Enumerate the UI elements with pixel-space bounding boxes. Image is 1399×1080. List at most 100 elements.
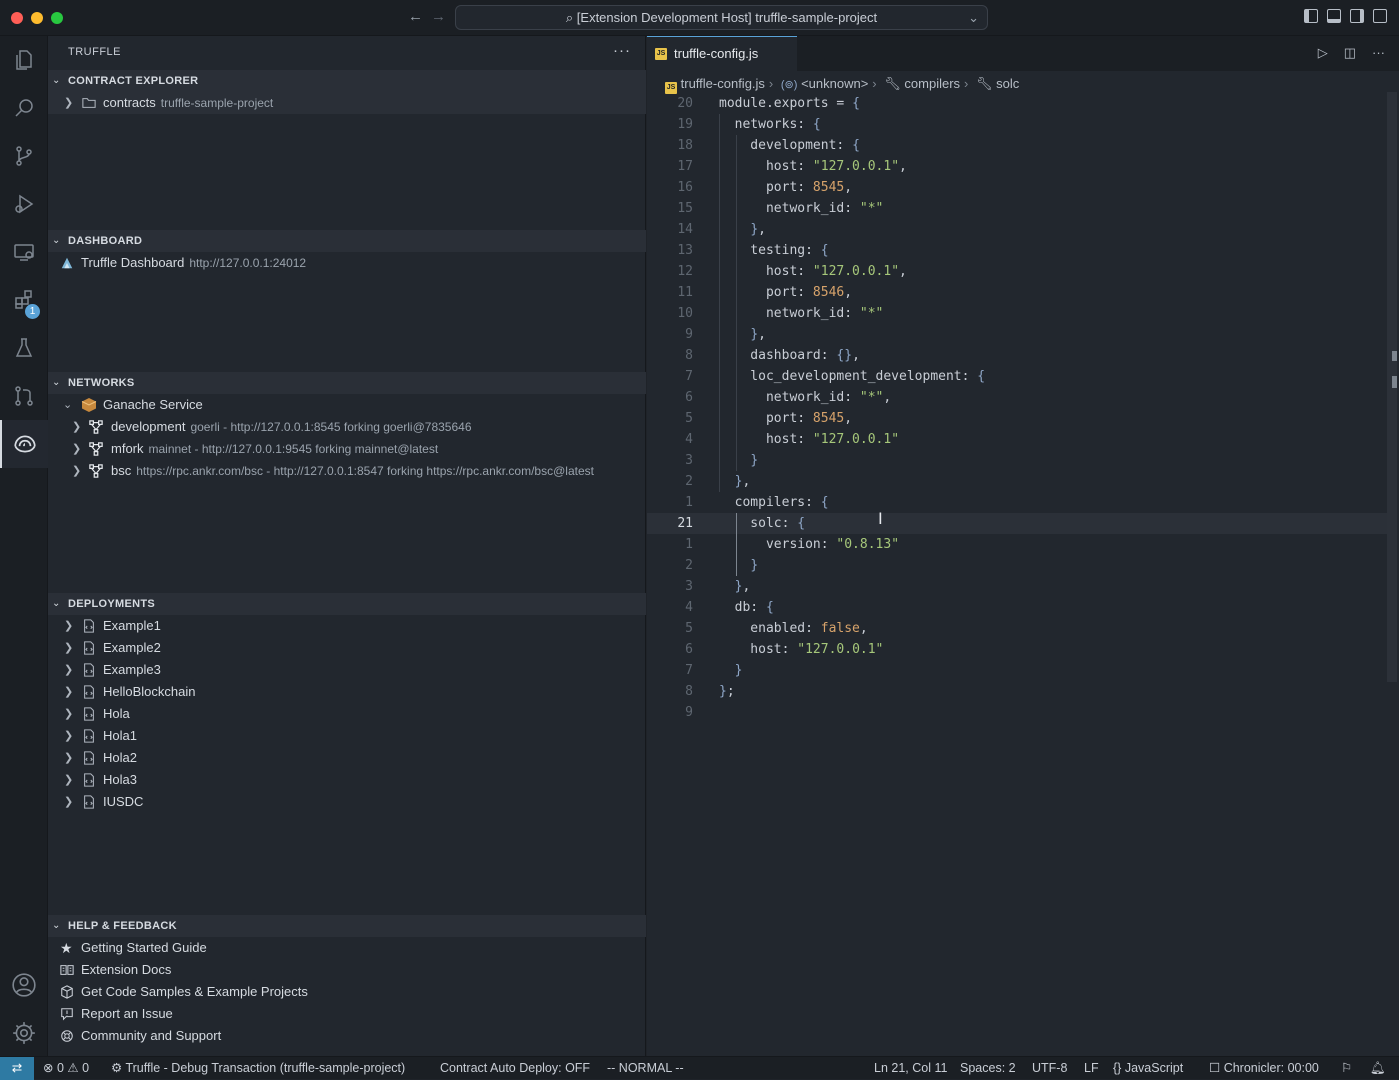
code-line[interactable]: enabled: false, <box>719 618 867 639</box>
code-line[interactable]: host: "127.0.0.1", <box>719 156 907 177</box>
command-center[interactable]: ⌕ [Extension Development Host] truffle-s… <box>455 5 988 30</box>
code-line[interactable]: }, <box>719 219 766 240</box>
language-mode[interactable]: {} JavaScript <box>1113 1057 1183 1080</box>
auto-deploy-status[interactable]: Contract Auto Deploy: OFF <box>440 1057 590 1080</box>
code-line[interactable]: db: { <box>719 597 774 618</box>
cursor-position[interactable]: Ln 21, Col 11 <box>874 1057 947 1080</box>
tree-item-deployment[interactable]: ❯ Example3 <box>48 659 646 681</box>
deployments-header[interactable]: ⌄ DEPLOYMENTS <box>48 593 646 615</box>
tree-item-deployment[interactable]: ❯ Example1 <box>48 615 646 637</box>
truffle-icon[interactable] <box>0 420 48 468</box>
toggle-secondary-sidebar-icon[interactable] <box>1350 9 1364 23</box>
code-line[interactable]: module.exports = { <box>719 93 860 114</box>
source-control-icon[interactable] <box>0 132 48 180</box>
networks-header[interactable]: ⌄ NETWORKS <box>48 372 646 394</box>
code-line[interactable]: testing: { <box>719 240 828 261</box>
code-line[interactable]: host: "127.0.0.1", <box>719 261 907 282</box>
extensions-icon[interactable]: 1 <box>0 276 48 324</box>
breadcrumb-item[interactable]: compilers <box>904 76 960 91</box>
tree-item-network-bsc[interactable]: ❯ bsc https://rpc.ankr.com/bsc - http://1… <box>48 460 646 482</box>
split-editor-icon[interactable]: ◫ <box>1344 45 1356 61</box>
explorer-icon[interactable] <box>0 36 48 84</box>
code-line[interactable]: }, <box>719 324 766 345</box>
code-line[interactable]: network_id: "*", <box>719 387 891 408</box>
breadcrumb-item[interactable]: <unknown> <box>801 76 868 91</box>
help-item-getting-started[interactable]: ★ Getting Started Guide <box>48 937 646 959</box>
toggle-panel-icon[interactable] <box>1327 9 1341 23</box>
code-line[interactable]: port: 8545, <box>719 408 852 429</box>
tab-truffle-config[interactable]: JS truffle-config.js <box>647 36 797 71</box>
testing-flask-icon[interactable] <box>0 324 48 372</box>
contract-file-icon <box>84 641 94 655</box>
problems-indicator[interactable]: ⊗ 0 ⚠ 0 <box>43 1057 89 1080</box>
remote-indicator-icon[interactable]: ⇄ <box>0 1057 34 1080</box>
tree-item-deployment[interactable]: ❯ Hola2 <box>48 747 646 769</box>
feedback-icon[interactable]: ⚐ <box>1341 1057 1352 1080</box>
notifications-bell-icon[interactable]: 🔔︎ <box>1370 1057 1386 1080</box>
close-window-button[interactable] <box>11 12 23 24</box>
chevron-down-icon[interactable]: ⌄ <box>968 6 979 29</box>
code-line[interactable]: network_id: "*" <box>719 303 883 324</box>
end-of-line[interactable]: LF <box>1084 1057 1099 1080</box>
code-line[interactable]: }; <box>719 681 735 702</box>
code-line[interactable]: networks: { <box>719 114 821 135</box>
breadcrumb-item[interactable]: truffle-config.js <box>681 76 765 91</box>
accounts-icon[interactable] <box>0 961 48 1009</box>
search-icon[interactable] <box>0 84 48 132</box>
tree-item-deployment[interactable]: ❯ HelloBlockchain <box>48 681 646 703</box>
run-debug-icon[interactable] <box>0 180 48 228</box>
tree-item-truffle-dashboard[interactable]: Truffle Dashboard http://127.0.0.1:24012 <box>48 252 646 274</box>
code-line[interactable]: } <box>719 450 758 471</box>
tree-item-deployment[interactable]: ❯ Hola3 <box>48 769 646 791</box>
debug-transaction-item[interactable]: ⚙︎ Truffle - Debug Transaction (truffle-… <box>111 1057 405 1080</box>
help-feedback-header[interactable]: ⌄ HELP & FEEDBACK <box>48 915 646 937</box>
toggle-primary-sidebar-icon[interactable] <box>1304 9 1318 23</box>
tree-item-deployment[interactable]: ❯ Hola1 <box>48 725 646 747</box>
code-line[interactable]: host: "127.0.0.1" <box>719 639 883 660</box>
code-line[interactable]: }, <box>719 471 751 492</box>
code-line[interactable]: solc: { <box>719 513 805 534</box>
scrollbar-marker <box>1392 376 1397 388</box>
more-actions-icon[interactable]: ··· <box>613 42 631 59</box>
help-item-report-issue[interactable]: Report an Issue <box>48 1003 646 1025</box>
line-number: 8 <box>685 684 693 699</box>
code-line[interactable]: port: 8546, <box>719 282 852 303</box>
settings-gear-icon[interactable] <box>0 1009 48 1057</box>
contract-explorer-header[interactable]: ⌄ CONTRACT EXPLORER <box>48 70 646 92</box>
forward-arrow-icon[interactable]: → <box>431 8 446 25</box>
code-line[interactable]: } <box>719 555 758 576</box>
code-line[interactable]: } <box>719 660 743 681</box>
help-item-code-samples[interactable]: Get Code Samples & Example Projects <box>48 981 646 1003</box>
chronicler-status[interactable]: ☐ Chronicler: 00:00 <box>1209 1057 1319 1080</box>
tree-item-contracts[interactable]: ❯ contracts truffle-sample-project <box>48 92 646 114</box>
code-line[interactable]: development: { <box>719 135 860 156</box>
code-line[interactable]: host: "127.0.0.1" <box>719 429 899 450</box>
remote-explorer-icon[interactable] <box>0 228 48 276</box>
code-line[interactable]: dashboard: {}, <box>719 345 860 366</box>
help-item-extension-docs[interactable]: Extension Docs <box>48 959 646 981</box>
run-icon[interactable]: ▷ <box>1318 45 1328 61</box>
zoom-window-button[interactable] <box>51 12 63 24</box>
code-line[interactable]: loc_development_development: { <box>719 366 985 387</box>
help-item-community[interactable]: Community and Support <box>48 1025 646 1047</box>
tree-item-network-mfork[interactable]: ❯ mfork mainnet - http://127.0.0.1:9545 f… <box>48 438 646 460</box>
tree-item-network-development[interactable]: ❯ development goerli - http://127.0.0.1:8… <box>48 416 646 438</box>
breadcrumb-item[interactable]: solc <box>996 76 1019 91</box>
customize-layout-icon[interactable] <box>1373 9 1387 23</box>
more-actions-icon[interactable]: ··· <box>1372 45 1385 61</box>
code-line[interactable]: port: 8545, <box>719 177 852 198</box>
pull-requests-icon[interactable] <box>0 372 48 420</box>
code-line[interactable]: }, <box>719 576 751 597</box>
back-arrow-icon[interactable]: ← <box>408 8 423 25</box>
tree-item-deployment[interactable]: ❯ Example2 <box>48 637 646 659</box>
indentation[interactable]: Spaces: 2 <box>960 1057 1016 1080</box>
tree-item-ganache-service[interactable]: ⌄ Ganache Service <box>48 394 646 416</box>
dashboard-header[interactable]: ⌄ DASHBOARD <box>48 230 646 252</box>
code-line[interactable]: version: "0.8.13" <box>719 534 899 555</box>
code-line[interactable]: network_id: "*" <box>719 198 883 219</box>
encoding[interactable]: UTF-8 <box>1032 1057 1067 1080</box>
minimize-window-button[interactable] <box>31 12 43 24</box>
tree-item-deployment[interactable]: ❯ IUSDC <box>48 791 646 813</box>
tree-item-deployment[interactable]: ❯ Hola <box>48 703 646 725</box>
code-line[interactable]: compilers: { <box>719 492 829 513</box>
